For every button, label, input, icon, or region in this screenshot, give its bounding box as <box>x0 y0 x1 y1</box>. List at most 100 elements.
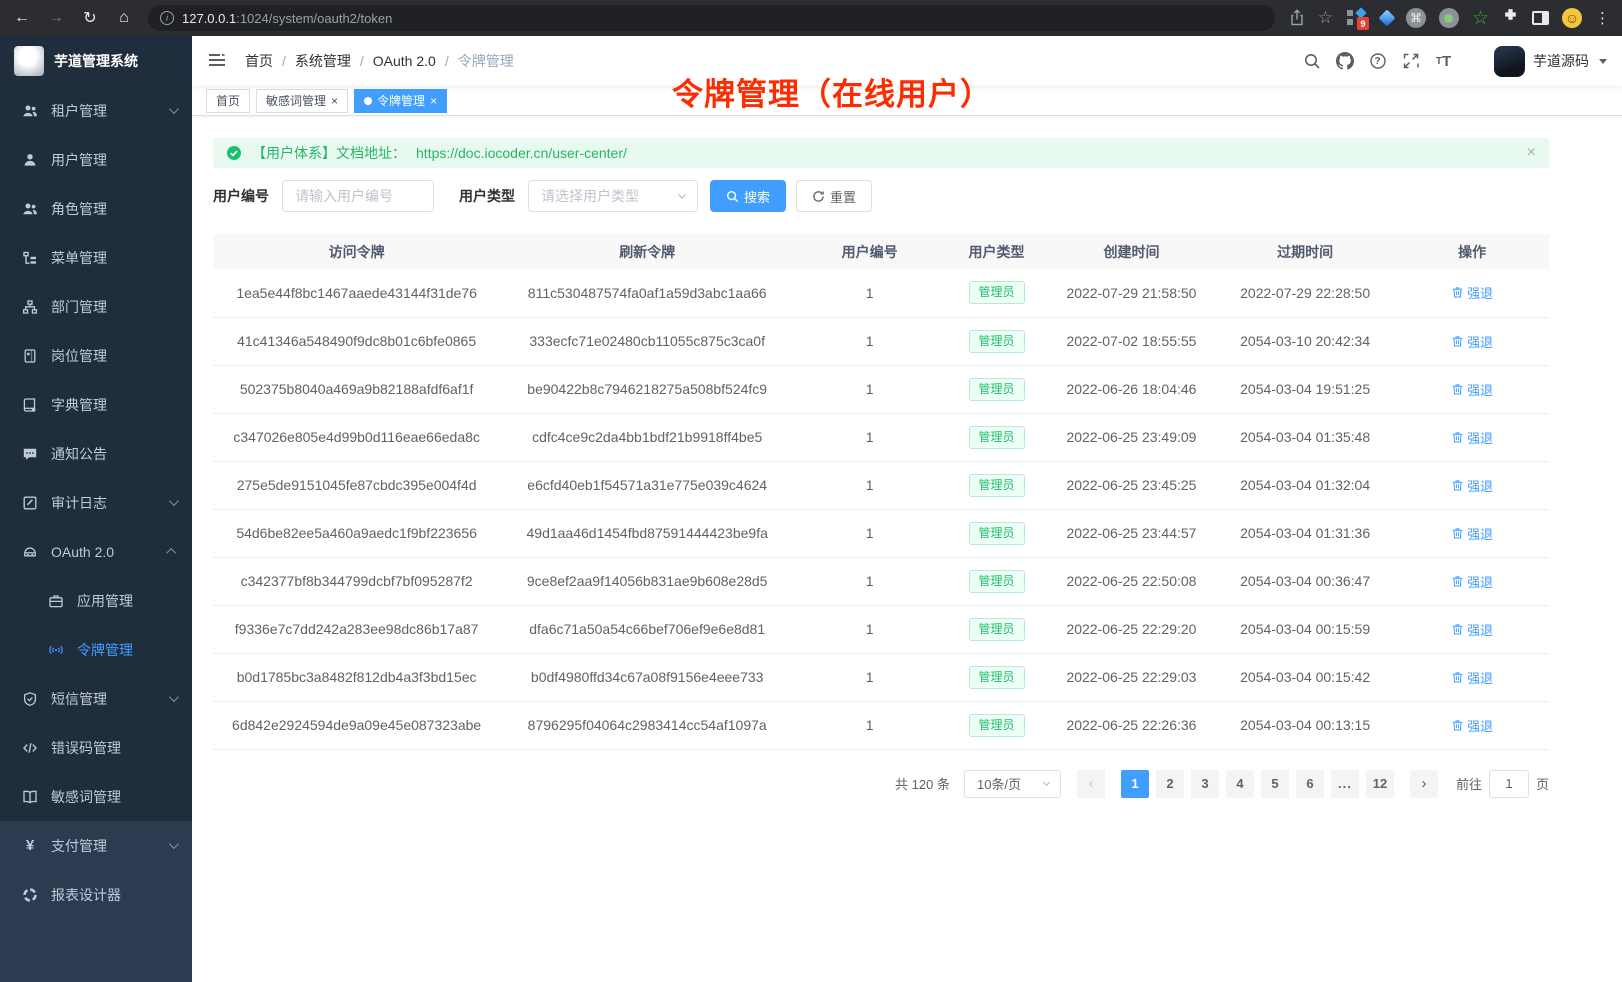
command-extension-icon[interactable]: ⌘ <box>1406 8 1426 28</box>
reload-icon[interactable]: ↻ <box>80 8 100 28</box>
force-logout-button[interactable]: 强退 <box>1451 620 1493 639</box>
user-type-select[interactable]: 请选择用户类型 <box>528 180 698 212</box>
user-id-cell: 1 <box>794 269 945 317</box>
sidebar-item-pay[interactable]: ¥ 支付管理 <box>0 821 192 870</box>
chevron-icon <box>169 839 179 849</box>
sidebar-item-oauth[interactable]: OAuth 2.0 <box>0 527 192 576</box>
force-logout-button[interactable]: 强退 <box>1451 428 1493 447</box>
page-button[interactable]: 4 <box>1226 770 1254 798</box>
user-id-input[interactable] <box>282 180 434 212</box>
search-button[interactable]: 搜索 <box>710 180 786 212</box>
fullscreen-icon[interactable] <box>1394 45 1427 78</box>
sidebar-item-token[interactable]: 令牌管理 <box>0 625 192 674</box>
prev-page-button[interactable]: ‹ <box>1077 770 1105 798</box>
home-icon[interactable]: ⌂ <box>114 9 134 27</box>
github-icon[interactable] <box>1328 45 1361 78</box>
close-icon[interactable]: × <box>430 95 437 107</box>
sidebar-item-label: 应用管理 <box>77 591 176 611</box>
page-button[interactable]: 12 <box>1366 770 1394 798</box>
table-row: 502375b8040a469a9b82188afdf6af1f be90422… <box>213 365 1549 413</box>
close-icon[interactable]: × <box>331 95 338 107</box>
view-tab[interactable]: 敏感词管理 × <box>256 89 348 113</box>
sidebar-item-sms[interactable]: 短信管理 <box>0 674 192 723</box>
user-type-cell: 管理员 <box>945 365 1048 413</box>
page-button[interactable]: 1 <box>1121 770 1149 798</box>
expire-time-cell: 2054-03-04 01:31:36 <box>1215 509 1395 557</box>
user-id-label: 用户编号 <box>213 186 269 206</box>
column-header: 过期时间 <box>1215 234 1395 269</box>
font-size-icon[interactable]: TT <box>1427 45 1460 78</box>
gem-extension-icon[interactable] <box>1378 10 1395 27</box>
access-token-cell: 41c41346a548490f9dc8b01c6bfe0865 <box>213 317 500 365</box>
notice-icon <box>22 446 38 462</box>
page-size-select[interactable]: 10条/页 <box>964 770 1061 798</box>
sidebar-item-post[interactable]: 岗位管理 <box>0 331 192 380</box>
doc-alert: 【用户体系】文档地址： https://doc.iocoder.cn/user-… <box>213 138 1549 168</box>
sidebar-item-app[interactable]: 应用管理 <box>0 576 192 625</box>
collapse-sidebar-icon[interactable] <box>207 50 229 72</box>
active-dot-icon <box>364 97 372 105</box>
sidebar-item-dept[interactable]: 部门管理 <box>0 282 192 331</box>
sidebar-item-report[interactable]: 报表设计器 <box>0 870 192 919</box>
more-pages-icon[interactable]: ... <box>1331 770 1359 798</box>
refresh-token-cell: b0df4980ffd34c67a08f9156e4eee733 <box>500 653 794 701</box>
breadcrumb-home[interactable]: 首页 <box>245 51 273 71</box>
force-logout-button[interactable]: 强退 <box>1451 380 1493 399</box>
force-logout-button[interactable]: 强退 <box>1451 716 1493 735</box>
close-icon[interactable]: × <box>1527 145 1536 161</box>
action-cell: 强退 <box>1395 269 1549 317</box>
force-logout-button[interactable]: 强退 <box>1451 668 1493 687</box>
sidebar-item-user[interactable]: 用户管理 <box>0 135 192 184</box>
force-logout-button[interactable]: 强退 <box>1451 476 1493 495</box>
chevron-down-icon <box>676 190 688 202</box>
page-button[interactable]: 6 <box>1296 770 1324 798</box>
sidebar-item-tenant[interactable]: 租户管理 <box>0 86 192 135</box>
filter-form: 用户编号 用户类型 请选择用户类型 搜索 重置 <box>213 180 1549 212</box>
view-tab[interactable]: 令牌管理 × <box>354 89 447 113</box>
back-icon[interactable]: ← <box>12 9 32 27</box>
sidebar-item-audit[interactable]: 审计日志 <box>0 478 192 527</box>
user-type-badge: 管理员 <box>969 618 1025 641</box>
tab-label: 令牌管理 <box>377 92 425 109</box>
sidebar-item-label: 支付管理 <box>51 836 169 856</box>
page-content: 【用户体系】文档地址： https://doc.iocoder.cn/user-… <box>192 116 1622 798</box>
sidebar-item-menu[interactable]: 菜单管理 <box>0 233 192 282</box>
profile-emoji-icon[interactable]: ☺ <box>1562 8 1582 28</box>
force-logout-button[interactable]: 强退 <box>1451 283 1493 302</box>
breadcrumb-oauth[interactable]: OAuth 2.0 <box>373 53 436 69</box>
reset-button[interactable]: 重置 <box>796 180 872 212</box>
tenant-icon <box>22 103 38 119</box>
sidebar-item-role[interactable]: 角色管理 <box>0 184 192 233</box>
expire-time-cell: 2054-03-10 20:42:34 <box>1215 317 1395 365</box>
breadcrumb-system[interactable]: 系统管理 <box>295 51 351 71</box>
url-bar[interactable]: i 127.0.0.1:1024/system/oauth2/token <box>148 5 1275 31</box>
doc-link[interactable]: https://doc.iocoder.cn/user-center/ <box>416 145 627 161</box>
user-menu[interactable]: 芋道源码 <box>1494 46 1607 77</box>
browser-menu-icon[interactable]: ⋮ <box>1595 9 1610 27</box>
force-logout-button[interactable]: 强退 <box>1451 524 1493 543</box>
page-button[interactable]: 5 <box>1261 770 1289 798</box>
force-logout-button[interactable]: 强退 <box>1451 332 1493 351</box>
forward-icon[interactable]: → <box>46 9 66 27</box>
star-extension-icon[interactable]: ☆ <box>1472 9 1489 28</box>
goto-page-input[interactable] <box>1489 770 1529 798</box>
help-icon[interactable]: ? <box>1361 45 1394 78</box>
sidebar-item-dict[interactable]: 字典管理 <box>0 380 192 429</box>
extensions-puzzle-icon[interactable] <box>1502 7 1519 29</box>
page-button[interactable]: 2 <box>1156 770 1184 798</box>
view-tab[interactable]: 首页 <box>206 89 250 113</box>
sidebar-item-errcode[interactable]: 错误码管理 <box>0 723 192 772</box>
record-extension-icon[interactable] <box>1439 8 1459 28</box>
info-icon[interactable]: i <box>160 11 174 25</box>
search-icon[interactable] <box>1295 45 1328 78</box>
sidebar-item-notice[interactable]: 通知公告 <box>0 429 192 478</box>
bookmark-star-icon[interactable]: ☆ <box>1318 8 1333 28</box>
side-panel-icon[interactable] <box>1532 11 1549 25</box>
sidebar-item-sensitive[interactable]: 敏感词管理 <box>0 772 192 821</box>
next-page-button[interactable]: › <box>1410 770 1438 798</box>
user-id-cell: 1 <box>794 653 945 701</box>
page-button[interactable]: 3 <box>1191 770 1219 798</box>
extension-grid-icon[interactable]: 9 <box>1346 7 1368 29</box>
share-icon[interactable] <box>1289 9 1305 27</box>
force-logout-button[interactable]: 强退 <box>1451 572 1493 591</box>
